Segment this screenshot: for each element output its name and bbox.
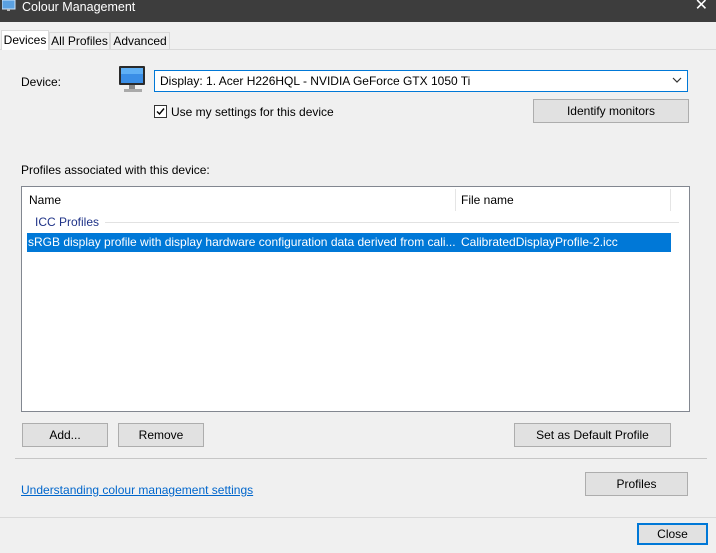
- column-divider-end: [670, 189, 671, 211]
- device-dropdown[interactable]: Display: 1. Acer H226HQL - NVIDIA GeForc…: [154, 70, 688, 92]
- profile-file-cell: CalibratedDisplayProfile-2.icc: [461, 235, 618, 249]
- window-title: Colour Management: [22, 0, 136, 14]
- add-profile-button[interactable]: Add...: [22, 423, 108, 447]
- chevron-down-icon: [672, 77, 682, 83]
- dialog-footer: [0, 517, 716, 553]
- close-icon[interactable]: ✕: [695, 0, 708, 14]
- profiles-button[interactable]: Profiles: [585, 472, 688, 496]
- colour-management-app-icon: [2, 0, 16, 11]
- close-button[interactable]: Close: [637, 523, 708, 545]
- use-my-settings-label[interactable]: Use my settings for this device: [171, 105, 334, 119]
- profiles-list[interactable]: Name File name ICC Profiles sRGB display…: [21, 186, 690, 412]
- group-label-icc-profiles[interactable]: ICC Profiles: [35, 215, 99, 229]
- monitor-icon: [119, 66, 145, 92]
- profile-row[interactable]: sRGB display profile with display hardwa…: [27, 233, 671, 252]
- identify-monitors-button[interactable]: Identify monitors: [533, 99, 689, 123]
- tab-advanced[interactable]: Advanced: [110, 32, 170, 49]
- device-label: Device:: [21, 75, 62, 89]
- profiles-section-label: Profiles associated with this device:: [21, 163, 210, 177]
- use-my-settings-checkbox[interactable]: [154, 105, 167, 118]
- column-header-name[interactable]: Name: [29, 187, 61, 213]
- device-dropdown-value: Display: 1. Acer H226HQL - NVIDIA GeForc…: [160, 74, 471, 88]
- column-divider[interactable]: [455, 189, 456, 211]
- group-divider: [105, 222, 679, 223]
- understanding-colour-management-link[interactable]: Understanding colour management settings: [21, 483, 253, 497]
- remove-profile-button[interactable]: Remove: [118, 423, 204, 447]
- title-bar: Colour Management ✕: [0, 0, 716, 22]
- tab-all-profiles[interactable]: All Profiles: [49, 32, 110, 49]
- checkmark-icon: [156, 108, 165, 116]
- column-header-file-name[interactable]: File name: [461, 187, 514, 213]
- tab-devices[interactable]: Devices: [1, 30, 49, 50]
- profile-name-cell: sRGB display profile with display hardwa…: [28, 235, 456, 249]
- set-default-profile-button[interactable]: Set as Default Profile: [514, 423, 671, 447]
- section-divider: [15, 458, 707, 459]
